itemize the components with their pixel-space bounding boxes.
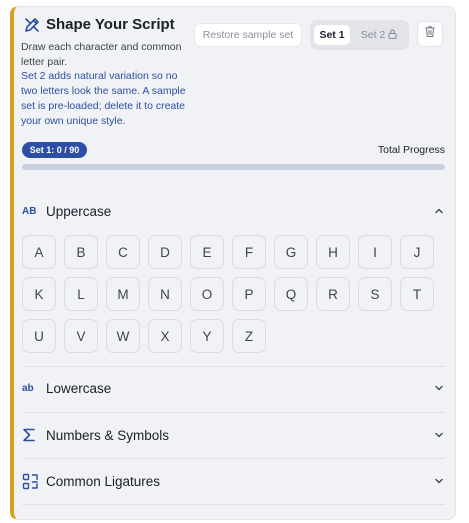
trash-icon [424, 25, 436, 43]
set2-tab[interactable]: Set 2 [356, 25, 402, 45]
section-lowercase[interactable]: ab Lowercase [22, 377, 445, 399]
set1-tab[interactable]: Set 1 [314, 25, 350, 45]
letter-key-k[interactable]: K [22, 277, 56, 311]
letter-key-t[interactable]: T [400, 277, 434, 311]
letter-key-f[interactable]: F [232, 235, 266, 269]
set-toggle: Set 1 Set 2 [310, 20, 409, 50]
letter-key-j[interactable]: J [400, 235, 434, 269]
letter-key-e[interactable]: E [190, 235, 224, 269]
section-numbers-label: Numbers & Symbols [46, 427, 170, 443]
section-common-ligatures[interactable]: Common Ligatures [22, 470, 445, 492]
letter-key-v[interactable]: V [64, 319, 98, 353]
divider [22, 366, 445, 367]
chevron-down-icon [433, 382, 445, 394]
letter-key-u[interactable]: U [22, 319, 56, 353]
delete-set-button[interactable] [417, 21, 443, 47]
chevron-up-icon [433, 205, 445, 217]
divider [22, 458, 445, 459]
chevron-down-icon [433, 475, 445, 487]
section-ligatures-label: Common Ligatures [46, 473, 161, 489]
letter-key-i[interactable]: I [358, 235, 392, 269]
script-setup-panel: Shape Your Script Draw each character an… [10, 6, 456, 520]
letter-key-g[interactable]: G [274, 235, 308, 269]
letter-key-b[interactable]: B [64, 235, 98, 269]
section-lowercase-label: Lowercase [46, 380, 112, 396]
section-numbers-symbols[interactable]: Numbers & Symbols [22, 424, 445, 446]
progress-bar [22, 164, 445, 170]
chevron-down-icon [433, 429, 445, 441]
letter-key-r[interactable]: R [316, 277, 350, 311]
total-progress-label: Total Progress [377, 144, 445, 156]
uppercase-icon: AB [22, 205, 37, 217]
letter-key-d[interactable]: D [148, 235, 182, 269]
lock-icon [388, 29, 397, 42]
lowercase-icon: ab [22, 382, 34, 394]
letter-key-s[interactable]: S [358, 277, 392, 311]
letter-key-c[interactable]: C [106, 235, 140, 269]
pen-tool-icon [23, 16, 41, 34]
letter-key-p[interactable]: P [232, 277, 266, 311]
restore-sample-set-button[interactable]: Restore sample set [194, 23, 302, 47]
description-text: Draw each character and common letter pa… [21, 41, 182, 68]
page-title: Shape Your Script [46, 16, 175, 33]
letter-key-y[interactable]: Y [190, 319, 224, 353]
letter-key-q[interactable]: Q [274, 277, 308, 311]
letter-key-x[interactable]: X [148, 319, 182, 353]
section-uppercase[interactable]: AB Uppercase [22, 200, 445, 222]
letter-key-a[interactable]: A [22, 235, 56, 269]
letter-key-l[interactable]: L [64, 277, 98, 311]
letter-key-z[interactable]: Z [232, 319, 266, 353]
ligature-icon [22, 472, 40, 490]
sigma-icon [22, 426, 40, 444]
letter-key-h[interactable]: H [316, 235, 350, 269]
set-progress-badge: Set 1: 0 / 90 [22, 142, 87, 158]
set-note-text: Set 2 adds natural variation so no two l… [21, 70, 186, 127]
divider [22, 412, 445, 413]
divider [22, 504, 445, 505]
letter-key-w[interactable]: W [106, 319, 140, 353]
section-uppercase-label: Uppercase [46, 203, 112, 219]
letter-key-m[interactable]: M [106, 277, 140, 311]
letter-key-o[interactable]: O [190, 277, 224, 311]
letter-key-n[interactable]: N [148, 277, 182, 311]
set2-label: Set 2 [360, 29, 386, 41]
